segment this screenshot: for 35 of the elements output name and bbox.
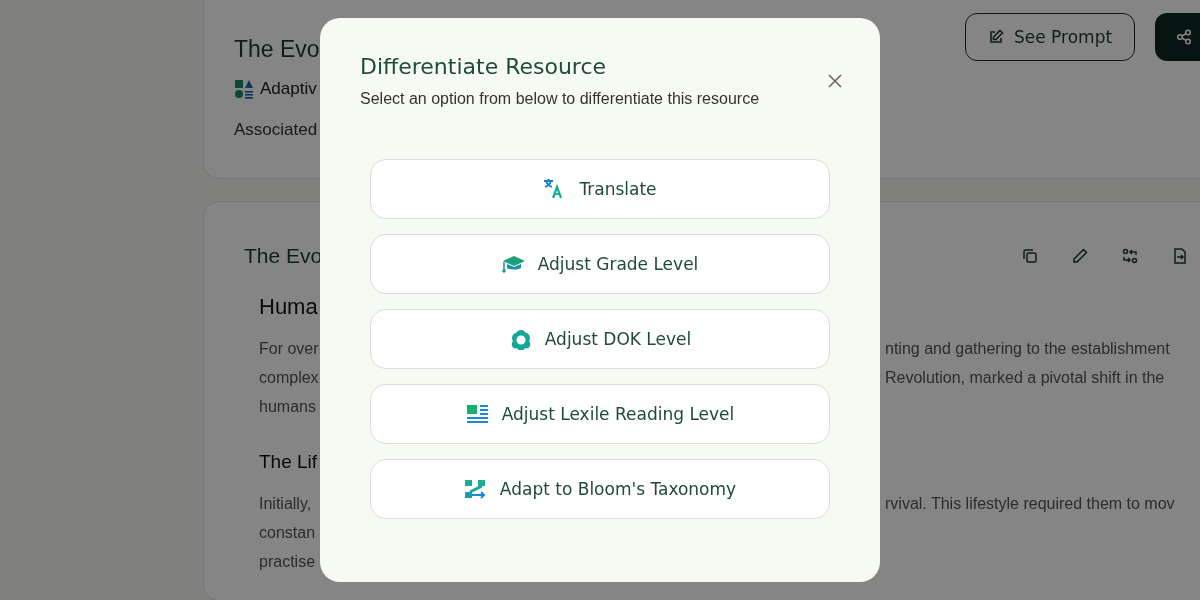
share-button[interactable] (1155, 13, 1200, 61)
paragraph-text: Revolution, marked a pivotal shift in the (885, 368, 1165, 388)
close-icon (826, 72, 844, 90)
option-button[interactable]: Adjust Lexile Reading Level (370, 384, 830, 444)
paragraph-text: constan (259, 523, 316, 543)
option-button[interactable]: Translate (370, 159, 830, 219)
paragraph-text: Initially, (259, 494, 312, 514)
paragraph-text: nting and gathering to the establishment (885, 339, 1170, 359)
edit-icon (988, 29, 1004, 45)
paragraph-text: humans (259, 397, 316, 417)
file-export-icon[interactable] (1172, 248, 1188, 264)
shuffle-icon (463, 478, 486, 500)
document-lines-icon (465, 403, 488, 425)
associated-label: Associated (234, 119, 318, 141)
graduation-cap-icon (501, 253, 524, 275)
option-button[interactable]: Adjust DOK Level (370, 309, 830, 369)
resource-title: The Evo (234, 35, 320, 64)
shapes-icon (234, 79, 254, 99)
pencil-icon[interactable] (1072, 248, 1088, 264)
swap-icon[interactable] (1122, 248, 1138, 264)
section-heading: Huma (259, 293, 319, 321)
resource-type: Adaptiv (260, 78, 317, 100)
dialog-subtitle: Select an option from below to differentiate this resource (360, 89, 761, 109)
paragraph-text: complex (259, 368, 319, 388)
close-button[interactable] (826, 72, 844, 90)
share-icon (1176, 29, 1193, 45)
paragraph-text: For over (259, 339, 319, 359)
option-button[interactable]: Adjust Grade Level (370, 234, 830, 294)
option-button[interactable]: Adapt to Bloom's Taxonomy (370, 459, 830, 519)
copy-icon[interactable] (1022, 248, 1038, 264)
paragraph-text: practise (259, 552, 316, 572)
paragraph-text: rvival. This lifestyle required them to mov (885, 494, 1175, 514)
dialog-title: Differentiate Resource (360, 53, 608, 81)
see-prompt-button[interactable]: See Prompt (965, 13, 1136, 61)
section-heading: The Lif (259, 450, 319, 474)
